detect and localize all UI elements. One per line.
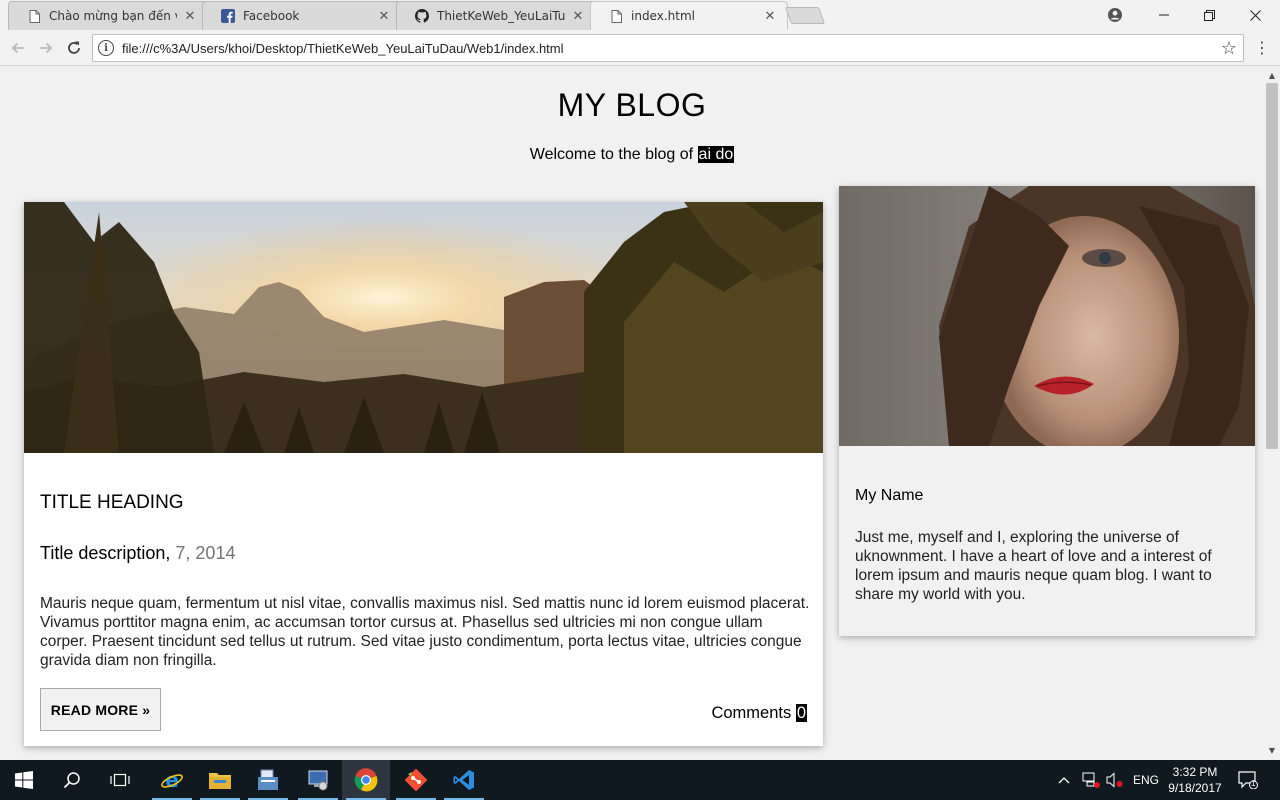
- post-hero-image: [24, 202, 823, 453]
- page-icon: [27, 9, 41, 23]
- file-explorer-icon[interactable]: [196, 760, 244, 800]
- new-tab-button[interactable]: [784, 7, 826, 24]
- page-scrollbar[interactable]: ▲ ▼: [1264, 67, 1280, 760]
- clock-date: 9/18/2017: [1168, 781, 1222, 795]
- scroll-down-arrow[interactable]: ▼: [1264, 744, 1280, 758]
- page-title: MY BLOG: [557, 87, 707, 123]
- profile-name: My Name: [855, 487, 924, 504]
- profile-bio: Just me, myself and I, exploring the uni…: [855, 529, 1212, 603]
- setup-icon[interactable]: [294, 760, 342, 800]
- page-viewport: MY BLOG Welcome to the blog of ai do TIT…: [0, 67, 1264, 760]
- close-icon[interactable]: ✕: [377, 9, 391, 24]
- tab-github[interactable]: ThietKeWeb_YeuLaiTuDau ✕: [396, 1, 596, 30]
- facebook-icon: [221, 9, 235, 23]
- scroll-up-arrow[interactable]: ▲: [1264, 69, 1280, 83]
- post-description-text: Title description,: [40, 543, 171, 563]
- close-window-button[interactable]: [1232, 0, 1278, 30]
- visual-studio-icon[interactable]: [440, 760, 488, 800]
- tab-index[interactable]: index.html ✕: [590, 1, 788, 30]
- language-indicator[interactable]: ENG: [1133, 760, 1159, 800]
- windows-taskbar: e ENG 3:32 PM 9/18/2017 1: [0, 760, 1280, 800]
- back-button[interactable]: [8, 38, 28, 58]
- search-icon[interactable]: [48, 760, 96, 800]
- menu-icon[interactable]: ⋮: [1254, 38, 1270, 58]
- tab-title: index.html: [631, 9, 695, 23]
- post-body: Mauris neque quam, fermentum ut nisl vit…: [40, 595, 810, 669]
- git-icon[interactable]: [392, 760, 440, 800]
- internet-explorer-icon[interactable]: e: [148, 760, 196, 800]
- browser-toolbar: i file:///c%3A/Users/khoi/Desktop/ThietK…: [0, 30, 1280, 66]
- address-bar[interactable]: i file:///c%3A/Users/khoi/Desktop/ThietK…: [92, 34, 1244, 62]
- documents-icon[interactable]: [244, 760, 292, 800]
- reload-button[interactable]: [64, 38, 84, 58]
- page-icon: [609, 9, 623, 23]
- network-icon[interactable]: [1082, 760, 1102, 800]
- welcome-prefix: Welcome to the blog of: [529, 146, 698, 163]
- start-icon[interactable]: [0, 760, 48, 800]
- comments-badge: 0: [795, 704, 807, 722]
- post-description: Title description, 7, 2014: [40, 543, 235, 564]
- notification-center-icon[interactable]: 1: [1238, 760, 1262, 800]
- github-icon: [415, 9, 429, 23]
- post-heading: TITLE HEADING: [40, 492, 184, 513]
- welcome-text: Welcome to the blog of ai do: [0, 146, 1264, 164]
- profile-photo: [839, 186, 1255, 446]
- url-text[interactable]: file:///c%3A/Users/khoi/Desktop/ThietKeW…: [122, 41, 1221, 56]
- read-more-button[interactable]: READ MORE »: [40, 688, 161, 731]
- bookmark-star-icon[interactable]: ☆: [1221, 38, 1237, 59]
- comments-label: Comments: [711, 704, 792, 722]
- comments-count[interactable]: Comments 0: [711, 704, 807, 723]
- welcome-name: ai do: [697, 146, 735, 163]
- restore-button[interactable]: [1186, 0, 1232, 30]
- chrome-icon[interactable]: [342, 760, 390, 800]
- tray-chevron-icon[interactable]: [1058, 760, 1074, 800]
- notification-count: 1: [1251, 779, 1256, 788]
- post-date: 7, 2014: [175, 543, 236, 563]
- task-view-icon[interactable]: [96, 760, 144, 800]
- tab-facebook[interactable]: Facebook ✕: [202, 1, 402, 30]
- scrollbar-thumb[interactable]: [1266, 83, 1278, 449]
- close-icon[interactable]: ✕: [183, 9, 197, 24]
- tab-title: ThietKeWeb_YeuLaiTuDau: [437, 9, 565, 23]
- volume-icon[interactable]: [1106, 760, 1126, 800]
- tab-title: Facebook: [243, 9, 300, 23]
- tab-welcome[interactable]: Chào mừng bạn đến với ✕: [8, 1, 208, 30]
- clock-time: 3:32 PM: [1172, 765, 1218, 779]
- profile-card: My Name Just me, myself and I, exploring…: [839, 186, 1255, 636]
- close-icon[interactable]: ✕: [571, 9, 585, 24]
- close-icon[interactable]: ✕: [763, 9, 777, 24]
- forward-button[interactable]: [36, 38, 56, 58]
- profile-icon[interactable]: [1092, 0, 1138, 30]
- system-clock[interactable]: 3:32 PM 9/18/2017: [1162, 764, 1228, 796]
- info-icon[interactable]: i: [98, 40, 114, 56]
- minimize-button[interactable]: [1141, 0, 1187, 30]
- tab-title: Chào mừng bạn đến với: [49, 9, 177, 23]
- blog-post-card: TITLE HEADING Title description, 7, 2014…: [24, 202, 823, 746]
- svg-text:e: e: [165, 768, 179, 792]
- tab-strip: Chào mừng bạn đến với ✕ Facebook ✕ Thiet…: [0, 0, 1280, 30]
